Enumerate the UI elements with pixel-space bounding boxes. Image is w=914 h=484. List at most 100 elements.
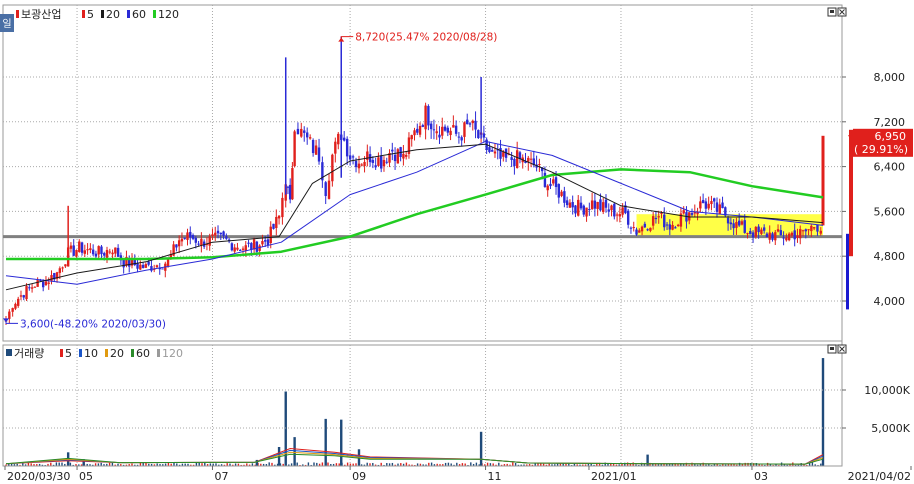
volume-bar — [430, 462, 433, 466]
price-tick-label: 4,000 — [874, 295, 906, 308]
candle-body — [554, 177, 558, 188]
candle-body — [393, 154, 397, 162]
candle-body — [250, 243, 253, 250]
candle-body — [754, 226, 758, 237]
candle-body — [460, 137, 463, 141]
candle-body — [726, 217, 730, 224]
volume-bar — [512, 462, 514, 466]
candle-body — [22, 295, 25, 298]
candle-body — [610, 205, 613, 211]
candle-body — [371, 159, 375, 163]
low-annotation: 3,600(-48.20% 2020/03/30) — [20, 318, 166, 330]
candle-body — [50, 275, 53, 281]
candle-body — [590, 200, 594, 210]
candle-body — [139, 264, 142, 270]
candle-body — [793, 230, 796, 240]
candle-body — [468, 123, 472, 125]
candle-body — [582, 205, 585, 215]
candle-body — [613, 203, 616, 217]
candle-body — [663, 214, 666, 228]
candle-body — [197, 243, 200, 245]
candle-body — [715, 202, 719, 212]
candle-body — [640, 226, 644, 232]
volume-bar — [321, 462, 324, 466]
candle-body — [799, 229, 802, 239]
candle-body — [529, 158, 533, 160]
candle-body — [807, 229, 810, 231]
candle-body — [413, 130, 416, 136]
volume-legend-ma: 5 — [65, 347, 72, 360]
candle-body — [671, 224, 674, 230]
candle-body — [568, 202, 572, 208]
candle-body — [560, 191, 563, 196]
candle-body — [735, 222, 738, 228]
last-candle — [821, 135, 825, 226]
candle-body — [286, 186, 290, 188]
candle-body — [649, 227, 652, 231]
candle-body — [108, 251, 111, 253]
candle-body — [632, 227, 635, 229]
candle-body — [277, 215, 281, 219]
candle-body — [751, 232, 755, 238]
candle-body — [643, 223, 647, 228]
candle-body — [141, 264, 145, 268]
candle-body — [776, 229, 780, 232]
price-range-bar-up — [849, 129, 853, 257]
candle-body — [449, 130, 452, 136]
candle-body — [518, 152, 522, 159]
candle-body — [665, 224, 669, 226]
volume-bar — [632, 462, 634, 466]
candle-body — [385, 161, 388, 163]
candle-body — [348, 155, 352, 160]
candle-body — [668, 224, 672, 230]
price-panel — [2, 4, 843, 342]
candle-body — [379, 155, 383, 169]
price-tick-label: 6,400 — [874, 161, 906, 174]
candle-body — [305, 132, 309, 138]
candle-body — [774, 232, 777, 241]
candle-body — [222, 231, 225, 236]
candle-body — [787, 233, 791, 241]
candle-body — [549, 183, 552, 187]
chart-canvas: 4,000 4,800 5,600 6,400 7,200 8,000 8,720(25.4… — [0, 4, 913, 483]
candle-body — [186, 232, 189, 240]
candle-body — [710, 201, 713, 205]
volume-bar — [58, 462, 60, 466]
candle-body — [272, 223, 275, 229]
candle-body — [80, 242, 84, 253]
x-tick-label: 11 — [488, 470, 502, 483]
candle-body — [211, 234, 214, 236]
price-legend-ma: 60 — [132, 8, 146, 21]
candle-body — [471, 120, 474, 124]
candle-body — [147, 261, 150, 265]
candle-body — [585, 207, 588, 217]
candle-body — [765, 233, 769, 238]
candle-body — [432, 129, 436, 131]
candle-body — [166, 259, 170, 267]
legend-swatch — [101, 10, 104, 18]
legend-swatch — [82, 10, 85, 18]
candle-body — [94, 253, 98, 257]
candle-body — [111, 252, 114, 255]
candle-body — [418, 126, 422, 135]
price-panel-maximize-icon — [830, 10, 834, 13]
candle-body — [324, 182, 327, 197]
candle-body — [749, 231, 752, 235]
candle-body — [396, 149, 400, 164]
candle-body — [61, 267, 64, 269]
candle-body — [244, 245, 247, 251]
candle-body — [208, 236, 211, 246]
candle-body — [416, 128, 419, 133]
candle-body — [713, 198, 716, 202]
volume-bar — [313, 462, 315, 466]
candle-body — [357, 163, 361, 169]
candle-body — [760, 229, 763, 234]
candle-body — [391, 149, 394, 152]
volume-bar — [195, 462, 198, 466]
candle-body — [438, 134, 441, 138]
candle-body — [241, 248, 245, 250]
candle-body — [258, 245, 261, 252]
candle-body — [599, 199, 602, 211]
candle-body — [654, 217, 658, 220]
candle-body — [660, 212, 663, 214]
